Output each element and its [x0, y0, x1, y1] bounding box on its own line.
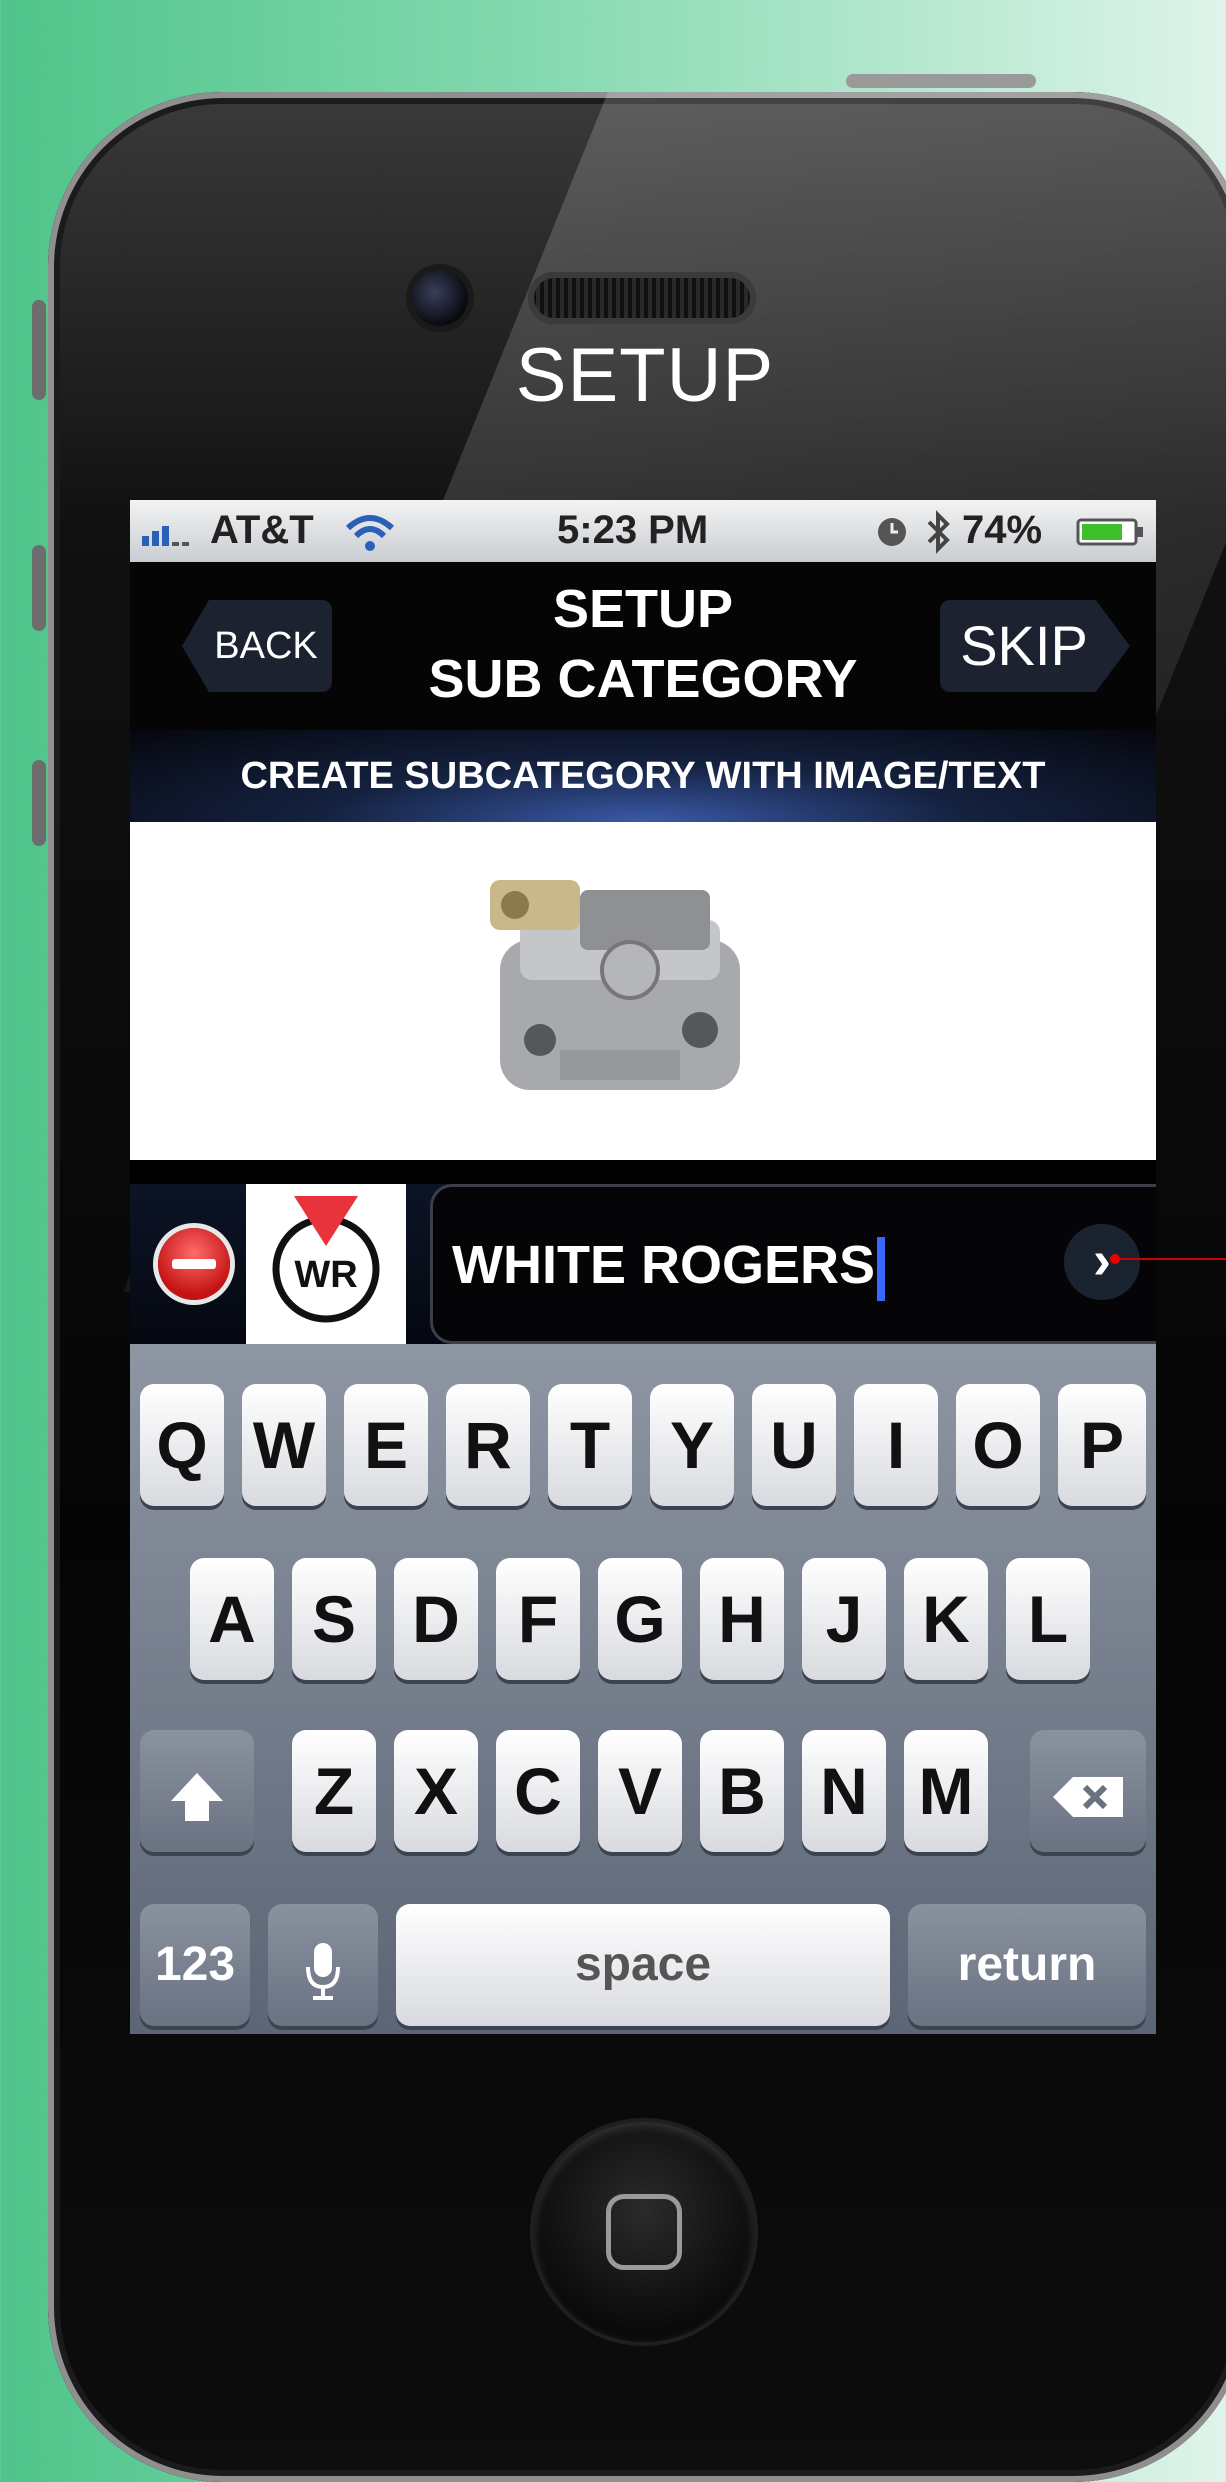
text-cursor — [877, 1236, 886, 1301]
key-o[interactable]: O — [956, 1384, 1040, 1506]
key-n[interactable]: N — [802, 1730, 886, 1852]
key-p[interactable]: P — [1058, 1384, 1146, 1506]
signal-icon — [142, 526, 189, 546]
return-key[interactable]: return — [908, 1904, 1146, 2026]
key-r[interactable]: R — [446, 1384, 530, 1506]
shift-arrow-icon — [171, 1772, 223, 1821]
key-c[interactable]: C — [496, 1730, 580, 1852]
key-z[interactable]: Z — [292, 1730, 376, 1852]
bluetooth-icon — [927, 510, 950, 554]
volume-up-button — [32, 545, 46, 631]
key-k[interactable]: K — [904, 1558, 988, 1680]
shift-key[interactable] — [140, 1730, 254, 1852]
subcategory-name-value: WHITE ROGERS — [452, 1235, 876, 1295]
navigation-bar: BACK SETUP SUB CATEGORY SKIP — [130, 562, 1156, 730]
key-h[interactable]: H — [700, 1558, 784, 1680]
wifi-icon — [345, 515, 395, 551]
subcategory-name-field[interactable]: WHITE ROGERS › — [430, 1184, 1156, 1344]
key-a[interactable]: A — [190, 1558, 274, 1680]
annotation-line — [1114, 1258, 1226, 1260]
phone-top-rim — [846, 74, 1036, 88]
key-t[interactable]: T — [548, 1384, 632, 1506]
key-e[interactable]: E — [344, 1384, 428, 1506]
key-w[interactable]: W — [242, 1384, 326, 1506]
key-s[interactable]: S — [292, 1558, 376, 1680]
volume-down-button — [32, 760, 46, 846]
wr-logo-icon: WR — [272, 1196, 380, 1323]
key-m[interactable]: M — [904, 1730, 988, 1852]
key-g[interactable]: G — [598, 1558, 682, 1680]
gas-valve-image — [490, 880, 740, 1090]
key-u[interactable]: U — [752, 1384, 836, 1506]
key-y[interactable]: Y — [650, 1384, 734, 1506]
camera-lens — [412, 270, 468, 326]
key-d[interactable]: D — [394, 1558, 478, 1680]
status-time: 5:23 PM — [557, 508, 709, 552]
delete-icon[interactable] — [158, 1228, 230, 1300]
phone-screen: AT&T 5:23 PM 74% BACK SETUP SUB CATEGORY… — [130, 500, 1156, 2034]
onscreen-keyboard: Q W E R T Y U I O P A S D F G H J K L Z … — [130, 1344, 1156, 2034]
microphone-icon — [306, 1942, 340, 2000]
svg-text:WR: WR — [294, 1254, 357, 1296]
backspace-key[interactable] — [1030, 1730, 1146, 1852]
subcategory-image-area[interactable] — [130, 822, 1156, 1160]
earpiece-speaker — [528, 272, 756, 324]
home-button[interactable] — [534, 2122, 754, 2342]
key-b[interactable]: B — [700, 1730, 784, 1852]
battery-icon — [1076, 518, 1143, 546]
space-key[interactable]: space — [396, 1904, 890, 2026]
key-v[interactable]: V — [598, 1730, 682, 1852]
home-square-icon — [606, 2194, 682, 2270]
instruction-banner: CREATE SUBCATEGORY WITH IMAGE/TEXT — [130, 730, 1156, 822]
backspace-icon — [1053, 1776, 1123, 1817]
clock-icon — [878, 518, 906, 546]
skip-button[interactable]: SKIP — [940, 600, 1130, 692]
page-title: SETUP — [515, 333, 775, 418]
carrier-name: AT&T — [210, 508, 314, 552]
key-q[interactable]: Q — [140, 1384, 224, 1506]
key-x[interactable]: X — [394, 1730, 478, 1852]
battery-percent: 74% — [962, 508, 1043, 552]
white-rodgers-logo[interactable]: WR — [246, 1184, 406, 1344]
key-l[interactable]: L — [1006, 1558, 1090, 1680]
chevron-right-icon[interactable]: › — [1064, 1224, 1140, 1300]
numbers-key[interactable]: 123 — [140, 1904, 250, 2026]
status-bar: AT&T 5:23 PM 74% — [130, 500, 1156, 562]
annotation-dot — [1110, 1254, 1120, 1264]
key-i[interactable]: I — [854, 1384, 938, 1506]
dictation-key[interactable] — [268, 1904, 378, 2026]
key-j[interactable]: J — [802, 1558, 886, 1680]
key-f[interactable]: F — [496, 1558, 580, 1680]
subcategory-input-row: WR WHITE ROGERS › — [130, 1184, 1156, 1344]
